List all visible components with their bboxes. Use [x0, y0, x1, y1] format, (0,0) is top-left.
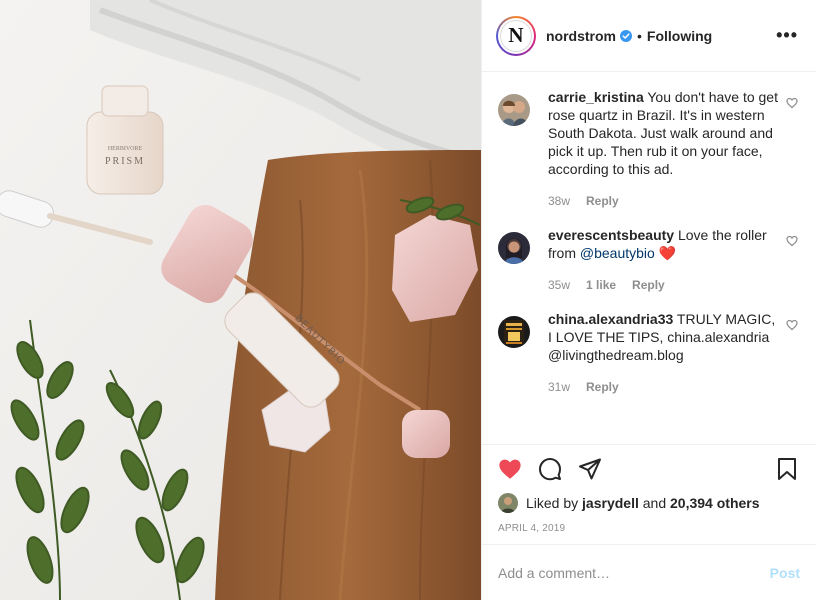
mention-link[interactable]: @beautybio [580, 245, 655, 261]
comment-time[interactable]: 35w [548, 276, 570, 294]
post-sidebar: N nordstrom • Following ••• carrie_krist… [481, 0, 816, 600]
post-photo[interactable]: HERBIVORE PRISM BEAUTYBIO [0, 0, 481, 600]
liker-username[interactable]: jasrydell [582, 495, 639, 511]
comment-time[interactable]: 38w [548, 192, 570, 210]
post-header: N nordstrom • Following ••• [482, 0, 816, 72]
comment-username[interactable]: everescentsbeauty [548, 227, 674, 243]
comment-username[interactable]: china.alexandria33 [548, 311, 673, 327]
comment-item: china.alexandria33 TRULY MAGIC, I LOVE T… [498, 310, 800, 396]
reply-button[interactable]: Reply [632, 276, 665, 294]
commenter-avatar[interactable] [498, 232, 530, 264]
heart-emoji: ❤️ [658, 245, 677, 261]
comment-item: carrie_kristina You don't have to get ro… [498, 88, 800, 210]
account-avatar[interactable]: N [496, 15, 536, 56]
comment-username[interactable]: carrie_kristina [548, 89, 644, 105]
account-username[interactable]: nordstrom [546, 28, 616, 44]
liker-avatar[interactable] [498, 493, 518, 513]
post-date[interactable]: APRIL 4, 2019 [498, 523, 800, 534]
comment-bubble-icon[interactable] [538, 457, 562, 481]
small-heart-icon[interactable] [786, 234, 798, 247]
comment-time[interactable]: 31w [548, 378, 570, 396]
avatar-logo: N [500, 19, 532, 52]
reply-button[interactable]: Reply [586, 378, 619, 396]
bottle-brand: HERBIVORE [108, 146, 143, 152]
separator-dot: • [637, 27, 642, 44]
small-heart-icon[interactable] [786, 96, 798, 109]
comment-item: everescentsbeauty Love the roller from @… [498, 226, 800, 294]
more-options-icon[interactable]: ••• [772, 25, 802, 46]
share-paper-plane-icon[interactable] [578, 457, 602, 481]
verified-badge-icon [620, 29, 632, 42]
liked-by-and: and [638, 495, 671, 511]
heart-filled-icon[interactable] [498, 457, 522, 481]
photo-illustration: HERBIVORE PRISM BEAUTYBIO [0, 0, 481, 600]
reply-button[interactable]: Reply [586, 192, 619, 210]
post-actions: Liked by jasrydell and 20,394 others APR… [482, 444, 816, 534]
comments-list[interactable]: carrie_kristina You don't have to get ro… [482, 72, 816, 444]
add-comment-bar: Post [482, 544, 816, 600]
comment-input[interactable] [498, 564, 770, 581]
liked-by-prefix: Liked by [526, 495, 583, 511]
following-button[interactable]: Following [647, 28, 712, 44]
bottle-label: PRISM [105, 156, 145, 167]
bookmark-icon[interactable] [776, 457, 800, 481]
likes-summary: Liked by jasrydell and 20,394 others [498, 493, 800, 513]
comment-likes[interactable]: 1 like [586, 276, 616, 294]
likes-count[interactable]: 20,394 others [670, 495, 760, 511]
small-heart-icon[interactable] [786, 318, 798, 331]
commenter-avatar[interactable] [498, 94, 530, 126]
commenter-avatar[interactable] [498, 316, 530, 348]
post-button[interactable]: Post [770, 565, 800, 581]
